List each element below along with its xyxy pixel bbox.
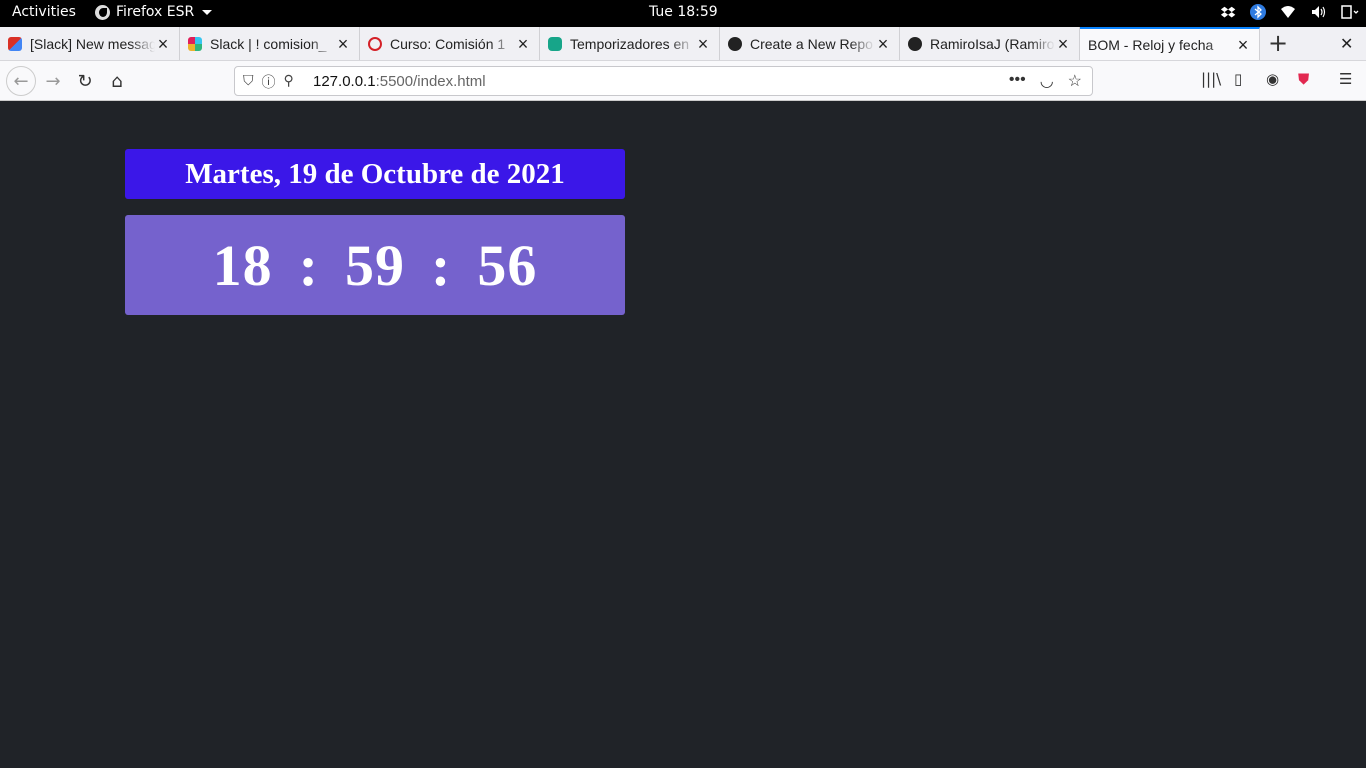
tab-gmail[interactable]: [Slack] New message × [0, 27, 180, 60]
clock-separator: : [431, 232, 452, 298]
tab-title: RamiroIsaJ (Ramiro [930, 35, 1055, 52]
teal-hexagon-icon [548, 36, 562, 51]
url-text[interactable]: 127.0.0.1:5500/index.html [313, 73, 486, 90]
account-icon[interactable]: ◉ [1266, 70, 1279, 88]
clock-separator: : [298, 232, 319, 298]
close-tab-icon[interactable]: × [1055, 35, 1071, 53]
volume-icon[interactable] [1310, 4, 1326, 20]
power-menu-icon[interactable] [1340, 4, 1359, 20]
clock-minutes: 59 [345, 232, 405, 298]
bluetooth-icon[interactable] [1250, 4, 1266, 20]
shield-icon[interactable]: ⛉ [243, 72, 254, 92]
close-tab-icon[interactable]: × [335, 35, 351, 53]
date-display: Martes, 19 de Octubre de 2021 [125, 149, 625, 199]
close-window-icon[interactable]: ✕ [1340, 34, 1353, 53]
tab-title: BOM - Reloj y fecha [1088, 36, 1214, 53]
app-name: Firefox ESR [116, 4, 195, 20]
slack-icon [188, 36, 202, 51]
clock-display: 18 : 59 : 56 [125, 215, 625, 315]
tab-title: Temporizadores en [570, 35, 690, 52]
github-icon [728, 36, 742, 51]
home-button[interactable]: ⌂ [105, 69, 129, 93]
back-button[interactable]: ← [6, 66, 36, 96]
gmail-icon [8, 36, 22, 51]
extension-shield-icon[interactable]: ⛊ [1298, 70, 1309, 88]
bookmark-star-icon[interactable]: ☆ [1068, 71, 1082, 91]
pocket-icon[interactable]: ◡ [1040, 71, 1054, 91]
tab-course[interactable]: Curso: Comisión 1 × [360, 27, 540, 60]
reload-button[interactable]: ↻ [73, 69, 97, 93]
tab-github-profile[interactable]: RamiroIsaJ (Ramiro × [900, 27, 1080, 60]
close-tab-icon[interactable]: × [515, 35, 531, 53]
activities-button[interactable]: Activities [12, 4, 76, 20]
url-path: :5500/index.html [375, 73, 486, 90]
tab-title: Curso: Comisión 1 [390, 35, 506, 52]
tab-title: Slack | ! comision_ [210, 35, 327, 52]
url-host: 127.0.0.1 [313, 73, 376, 90]
new-tab-button[interactable]: + [1266, 29, 1290, 57]
system-tray[interactable] [1220, 4, 1359, 20]
tab-bom-active[interactable]: BOM - Reloj y fecha × [1080, 27, 1260, 60]
close-tab-icon[interactable]: × [695, 35, 711, 53]
github-icon [908, 36, 922, 51]
close-tab-icon[interactable]: × [875, 35, 891, 53]
navigation-toolbar: ← → ↻ ⌂ ⛉ ⓘ ⚲ 127.0.0.1:5500/index.html … [0, 61, 1366, 101]
info-icon[interactable]: ⓘ [262, 72, 276, 92]
tab-github-new-repo[interactable]: Create a New Repo × [720, 27, 900, 60]
clock-seconds: 56 [477, 232, 538, 298]
forward-button[interactable]: → [41, 69, 65, 93]
wifi-icon[interactable] [1280, 4, 1296, 20]
hamburger-menu-icon[interactable]: ☰ [1339, 70, 1352, 88]
tab-title: Create a New Repo [750, 35, 873, 52]
firefox-icon [95, 4, 110, 20]
page-content: Martes, 19 de Octubre de 2021 18 : 59 : … [0, 101, 1366, 768]
app-menu[interactable]: Firefox ESR [95, 4, 213, 20]
library-icon[interactable]: |||\ [1201, 70, 1221, 88]
caret-down-icon [202, 9, 213, 15]
tab-strip: [Slack] New message × Slack | ! comision… [0, 27, 1366, 61]
close-tab-icon[interactable]: × [155, 35, 171, 53]
clock-hours: 18 [212, 232, 273, 298]
url-bar[interactable]: ⛉ ⓘ ⚲ 127.0.0.1:5500/index.html ••• ◡ ☆ [234, 66, 1093, 96]
course-icon [368, 36, 382, 51]
permissions-icon[interactable]: ⚲ [284, 72, 294, 92]
tab-title: [Slack] New message [30, 35, 155, 52]
sidebar-icon[interactable]: ▯ [1234, 70, 1242, 88]
close-tab-icon[interactable]: × [1235, 36, 1251, 54]
tab-slack[interactable]: Slack | ! comision_ × [180, 27, 360, 60]
dropbox-icon[interactable] [1220, 4, 1236, 20]
system-clock[interactable]: Tue 18:59 [649, 4, 718, 20]
tab-timers[interactable]: Temporizadores en × [540, 27, 720, 60]
gnome-top-bar: Activities Firefox ESR Tue 18:59 [0, 0, 1366, 27]
page-actions-icon[interactable]: ••• [1009, 71, 1026, 91]
